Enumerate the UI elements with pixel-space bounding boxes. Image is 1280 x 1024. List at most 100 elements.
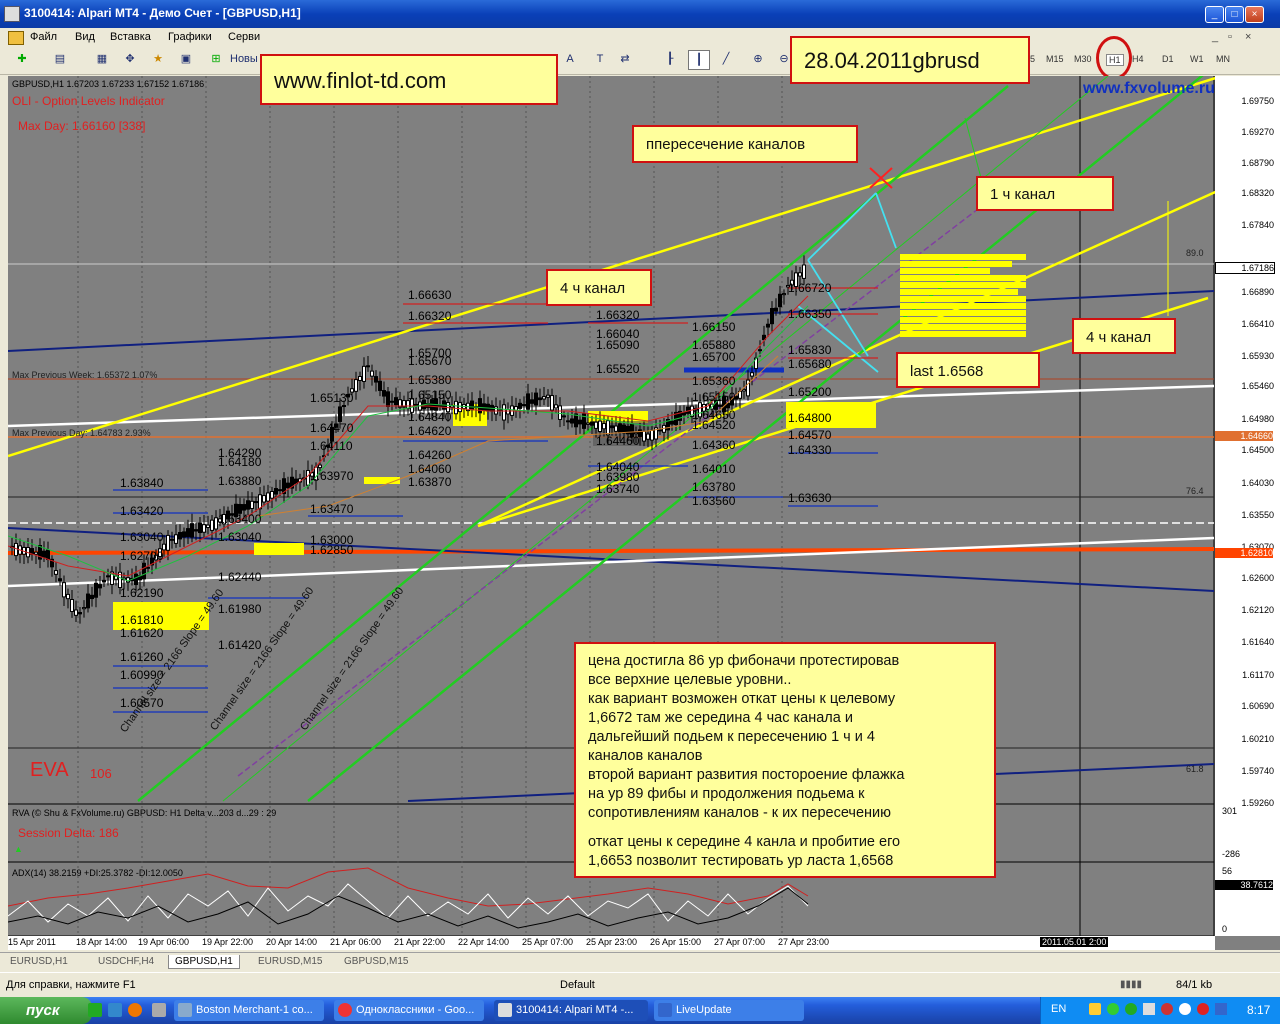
maximize-button[interactable]: □ bbox=[1225, 6, 1244, 23]
tray-icon-4[interactable] bbox=[1143, 1003, 1155, 1015]
price-axis-label: 1.66410 bbox=[1241, 319, 1274, 329]
candle-chart-icon[interactable]: ┃ bbox=[688, 50, 710, 70]
toolbar: ✚ ▤ ▦ ✥ ★ ▣ ⊞ Новы A T ⇄ ┠ ┃ ╱ ⊕ ⊖ 5 M15… bbox=[0, 36, 1280, 80]
analysis-note: цена достигла 86 ур фибоначи протестиров… bbox=[574, 642, 996, 878]
start-button[interactable]: пуск bbox=[0, 997, 92, 1024]
zoom-in-icon[interactable]: ⊕ bbox=[748, 50, 768, 68]
tab-eurusd-h1[interactable]: EURUSD,H1 bbox=[4, 955, 74, 968]
tf-m5[interactable]: 5 bbox=[1030, 54, 1035, 64]
level-label: 1.63420 bbox=[120, 504, 164, 518]
tray-icon-2[interactable] bbox=[1107, 1003, 1119, 1015]
profiles-icon[interactable]: ▤ bbox=[50, 50, 70, 68]
adx-scale-bottom: 0 bbox=[1222, 924, 1228, 934]
task-odnoklassniki[interactable]: Одноклассники - Goo... bbox=[334, 1000, 484, 1021]
tab-gbpusd-h1[interactable]: GBPUSD,H1 bbox=[168, 955, 240, 969]
menu-charts[interactable]: Графики bbox=[168, 31, 212, 43]
close-button[interactable]: × bbox=[1245, 6, 1264, 23]
quicklaunch-icon-4[interactable] bbox=[152, 1003, 166, 1017]
candle-body bbox=[170, 538, 174, 541]
candle-body bbox=[562, 415, 566, 418]
menu-file[interactable]: Файл bbox=[30, 31, 57, 43]
minimize-button[interactable]: _ bbox=[1205, 6, 1224, 23]
mdi-close-icon[interactable]: × bbox=[1245, 31, 1251, 43]
market-watch-icon[interactable]: ▦ bbox=[92, 50, 112, 68]
quicklaunch-icon-1[interactable] bbox=[88, 1003, 102, 1017]
candle-body bbox=[766, 323, 770, 328]
analysis-line: на ур 89 фибы и продолжения подьема к bbox=[588, 786, 865, 802]
candle-body bbox=[194, 529, 198, 532]
level-label: 1.62700 bbox=[120, 549, 164, 563]
mdi-minimize-icon[interactable]: _ bbox=[1212, 31, 1218, 43]
level-label: 1.64620 bbox=[408, 424, 452, 438]
analysis-line: как вариант возможен откат цены к целево… bbox=[588, 691, 896, 707]
level-label: 1.66720 bbox=[788, 281, 832, 295]
candle-body bbox=[622, 424, 626, 434]
tray-icon-8[interactable] bbox=[1215, 1003, 1227, 1015]
candle-body bbox=[594, 421, 598, 429]
candle-body bbox=[358, 376, 362, 381]
tf-d1[interactable]: D1 bbox=[1162, 54, 1174, 64]
firefox-icon[interactable] bbox=[128, 1003, 142, 1017]
task-alpari-mt4[interactable]: 3100414: Alpari MT4 -... bbox=[494, 1000, 648, 1021]
menu-view[interactable]: Вид bbox=[75, 31, 95, 43]
terminal-icon[interactable]: ▣ bbox=[176, 50, 196, 68]
arrows-icon[interactable]: ⇄ bbox=[615, 50, 635, 68]
line-chart-icon[interactable]: ╱ bbox=[716, 50, 736, 68]
price-axis-label: 1.61640 bbox=[1241, 637, 1274, 647]
new-order-button[interactable]: Новы bbox=[230, 50, 260, 68]
candle-body bbox=[106, 575, 110, 578]
candle-body bbox=[534, 392, 538, 406]
time-axis[interactable]: 15 Apr 2011 18 Apr 14:00 19 Apr 06:00 19 Ap… bbox=[8, 936, 1215, 950]
new-chart-icon[interactable]: ✚ bbox=[12, 50, 32, 68]
toolbar-letter-a[interactable]: A bbox=[560, 50, 580, 68]
candle-body bbox=[470, 400, 474, 411]
candle-body bbox=[546, 394, 550, 398]
tf-w1[interactable]: W1 bbox=[1190, 54, 1204, 64]
navigator-icon[interactable]: ✥ bbox=[120, 50, 140, 68]
tf-m15[interactable]: M15 bbox=[1046, 54, 1064, 64]
level-label: 1.65520 bbox=[596, 362, 640, 376]
level-label: 1.65700 bbox=[692, 350, 736, 364]
tf-mn[interactable]: MN bbox=[1216, 54, 1230, 64]
time-axis-label: 15 Apr 2011 bbox=[8, 937, 56, 947]
tray-icon-6[interactable] bbox=[1179, 1003, 1191, 1015]
chart-tabs: EURUSD,H1 USDCHF,H4 GBPUSD,H1 EURUSD,M15… bbox=[0, 952, 1280, 971]
analysis-line: цена достигла 86 ур фибоначи протестиров… bbox=[588, 653, 900, 669]
task-liveupdate[interactable]: LiveUpdate bbox=[654, 1000, 804, 1021]
mdi-restore-icon[interactable]: ▫ bbox=[1228, 31, 1232, 43]
tray-icon-3[interactable] bbox=[1125, 1003, 1137, 1015]
tray-icon-7[interactable] bbox=[1197, 1003, 1209, 1015]
new-order-icon[interactable]: ⊞ bbox=[206, 50, 226, 68]
menu-service[interactable]: Серви bbox=[228, 31, 260, 43]
tab-eurusd-m15[interactable]: EURUSD,M15 bbox=[252, 955, 328, 968]
candle-body bbox=[670, 420, 674, 425]
level-label: 1.64460 bbox=[596, 434, 640, 448]
candle-body bbox=[70, 599, 74, 612]
rva-header: RVA (© Shu & FxVolume.ru) GBPUSD: H1 Del… bbox=[12, 808, 277, 818]
tf-m30[interactable]: M30 bbox=[1074, 54, 1092, 64]
tab-usdchf-h4[interactable]: USDCHF,H4 bbox=[92, 955, 160, 968]
tray-icon-5[interactable] bbox=[1161, 1003, 1173, 1015]
tf-h4[interactable]: H4 bbox=[1132, 54, 1144, 64]
candle-body bbox=[338, 406, 342, 422]
text-icon[interactable]: T bbox=[590, 50, 610, 68]
menu-insert[interactable]: Вставка bbox=[110, 31, 151, 43]
tab-gbpusd-m15[interactable]: GBPUSD,M15 bbox=[338, 955, 414, 968]
bar-chart-icon[interactable]: ┠ bbox=[660, 50, 680, 68]
doc-icon[interactable] bbox=[8, 31, 24, 45]
candle-body bbox=[578, 419, 582, 425]
quicklaunch-icon-2[interactable] bbox=[108, 1003, 122, 1017]
fxvolume-watermark: www.fxvolume.ru bbox=[1083, 80, 1215, 97]
window-title: 3100414: Alpari MT4 - Демо Счет - [GBPUS… bbox=[24, 6, 301, 20]
favorites-icon[interactable]: ★ bbox=[148, 50, 168, 68]
level-label: 1.65090 bbox=[596, 338, 640, 352]
task-boston-merchant[interactable]: Boston Merchant-1 co... bbox=[174, 1000, 324, 1021]
tray-icon-1[interactable] bbox=[1089, 1003, 1101, 1015]
price-axis-label: 1.65460 bbox=[1241, 381, 1274, 391]
menu-bar: Файл Вид Вставка Графики Серви _ ▫ × bbox=[0, 28, 1280, 46]
level-label: 1.65680 bbox=[788, 357, 832, 371]
chart-window[interactable]: GBPUSD,H1 1.67203 1.67233 1.67152 1.6718… bbox=[8, 36, 1280, 950]
language-indicator[interactable]: EN bbox=[1051, 1003, 1066, 1015]
candle-body bbox=[174, 534, 178, 544]
level-label: 1.63040 bbox=[120, 530, 164, 544]
